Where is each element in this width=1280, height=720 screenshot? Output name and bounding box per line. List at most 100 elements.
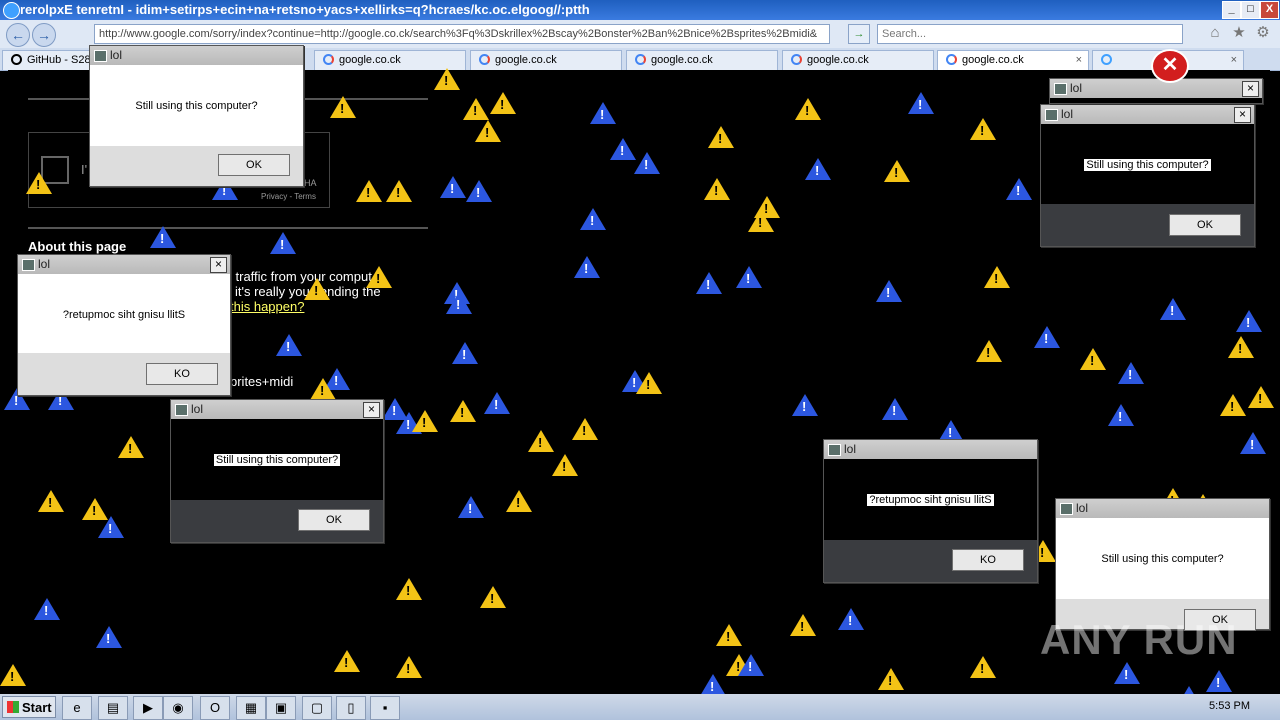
dialog-titlebar[interactable]: lol bbox=[90, 46, 303, 65]
tools-icon[interactable]: ⚙ bbox=[1255, 25, 1271, 41]
maximize-button[interactable]: □ bbox=[1241, 1, 1260, 19]
warning-icon-yellow bbox=[463, 98, 489, 120]
warning-icon-yellow bbox=[795, 98, 821, 120]
warning-icon-yellow bbox=[356, 180, 382, 202]
taskbar-app-icon[interactable]: ▯ bbox=[336, 696, 366, 720]
tab-google-2[interactable]: google.co.ck bbox=[470, 50, 622, 70]
error-icon: ✕ bbox=[1151, 49, 1189, 83]
warning-icon-yellow bbox=[704, 178, 730, 200]
warning-icon-yellow bbox=[884, 160, 910, 182]
forward-button[interactable]: → bbox=[32, 23, 56, 47]
warning-icon-yellow bbox=[572, 418, 598, 440]
taskbar-media-icon[interactable]: ▶ bbox=[133, 696, 163, 720]
dialog-title: lol bbox=[38, 257, 51, 271]
warning-icon-blue bbox=[96, 626, 122, 648]
ok-button[interactable]: OK bbox=[1169, 214, 1241, 236]
dialog-title: lol bbox=[1061, 107, 1074, 121]
warning-icon-blue bbox=[574, 256, 600, 278]
search-input[interactable]: Search... bbox=[877, 24, 1183, 44]
dialog-close-button[interactable]: × bbox=[363, 402, 380, 418]
taskbar-app-icon[interactable]: ▢ bbox=[302, 696, 332, 720]
ko-button[interactable]: KO bbox=[146, 363, 218, 385]
start-button[interactable]: Start bbox=[2, 696, 56, 718]
app-icon bbox=[828, 444, 841, 456]
window-title: rerolpxE tenretnI - idim+setirps+ecin+na… bbox=[20, 2, 590, 17]
warning-icon-yellow bbox=[1220, 394, 1246, 416]
favorites-icon[interactable]: ★ bbox=[1231, 25, 1247, 41]
warning-icon-yellow bbox=[970, 656, 996, 678]
warning-icon-yellow bbox=[330, 96, 356, 118]
divider bbox=[28, 227, 428, 229]
ko-button[interactable]: KO bbox=[952, 549, 1024, 571]
dialog-titlebar[interactable]: lol × bbox=[18, 255, 230, 274]
dialog-titlebar[interactable]: lol bbox=[824, 440, 1037, 459]
warning-icon-yellow bbox=[434, 68, 460, 90]
why-link[interactable]: this happen? bbox=[230, 299, 304, 314]
taskbar-app-icon[interactable]: ▣ bbox=[266, 696, 296, 720]
tab-google-3[interactable]: google.co.ck bbox=[626, 50, 778, 70]
tab-google-4[interactable]: google.co.ck bbox=[782, 50, 934, 70]
taskbar-app-icon[interactable]: ▪ bbox=[370, 696, 400, 720]
privacy-terms[interactable]: Privacy - Terms bbox=[261, 192, 316, 201]
warning-icon-blue bbox=[1034, 326, 1060, 348]
warning-icon-yellow bbox=[118, 436, 144, 458]
tab-github[interactable]: GitHub - S28 bbox=[2, 50, 90, 70]
app-icon bbox=[1060, 503, 1073, 515]
go-button[interactable]: → bbox=[848, 24, 870, 44]
dialog-close-button[interactable]: × bbox=[1234, 107, 1251, 123]
tab-google-1[interactable]: google.co.ck bbox=[314, 50, 466, 70]
home-icon[interactable]: ⌂ bbox=[1207, 25, 1223, 41]
warning-icon-blue bbox=[446, 292, 472, 314]
warning-icon-yellow bbox=[310, 378, 336, 400]
taskbar-chrome-icon[interactable]: ◉ bbox=[163, 696, 193, 720]
warning-icon-blue bbox=[276, 334, 302, 356]
dialog-close-button[interactable]: × bbox=[210, 257, 227, 273]
taskbar-explorer-icon[interactable]: ▤ bbox=[98, 696, 128, 720]
back-button[interactable]: ← bbox=[6, 23, 30, 47]
tab-close-icon[interactable]: × bbox=[1076, 51, 1082, 70]
close-button[interactable]: X bbox=[1260, 1, 1279, 19]
warning-icon-blue bbox=[34, 598, 60, 620]
address-toolbar: ← → http://www.google.com/sorry/index?co… bbox=[0, 20, 1280, 48]
dialog-titlebar[interactable]: lol × bbox=[1050, 79, 1262, 98]
dialog-close-button[interactable]: × bbox=[1242, 81, 1259, 97]
taskbar-app-icon[interactable]: ▦ bbox=[236, 696, 266, 720]
app-icon bbox=[1045, 109, 1058, 121]
warning-icon-yellow bbox=[528, 430, 554, 452]
dialog-titlebar[interactable]: lol × bbox=[171, 400, 383, 419]
warning-icon-blue bbox=[736, 266, 762, 288]
taskbar: Start e ▤ ▶ ◉ O ▦ ▣ ▢ ▯ ▪ 5:53 PM bbox=[0, 694, 1280, 720]
dialog-message: ?retupmoc siht gnisu llitS bbox=[867, 494, 994, 506]
dialog-lol-7: lol × bbox=[1049, 78, 1263, 104]
tab-label: google.co.ck bbox=[339, 54, 401, 66]
window-titlebar[interactable]: rerolpxE tenretnI - idim+setirps+ecin+na… bbox=[0, 0, 1280, 20]
dialog-titlebar[interactable]: lol × bbox=[1041, 105, 1254, 124]
warning-icon-blue bbox=[908, 92, 934, 114]
app-icon bbox=[94, 50, 107, 62]
warning-icon-yellow bbox=[970, 118, 996, 140]
tab-close-icon[interactable]: × bbox=[1231, 51, 1237, 70]
warning-icon-blue bbox=[610, 138, 636, 160]
dialog-lol-1: lol Still using this computer? OK bbox=[89, 45, 304, 187]
tab-google-active[interactable]: google.co.ck × bbox=[937, 50, 1089, 70]
warning-icon-yellow bbox=[396, 578, 422, 600]
minimize-button[interactable]: _ bbox=[1222, 1, 1241, 19]
taskbar-ie-icon[interactable]: e bbox=[62, 696, 92, 720]
ok-button[interactable]: OK bbox=[218, 154, 290, 176]
ok-button[interactable]: OK bbox=[298, 509, 370, 531]
taskbar-opera-icon[interactable]: O bbox=[200, 696, 230, 720]
dialog-titlebar[interactable]: lol bbox=[1056, 499, 1269, 518]
warning-icon-yellow bbox=[396, 656, 422, 678]
warning-icon-yellow bbox=[506, 490, 532, 512]
clock: 5:53 PM bbox=[1209, 700, 1250, 712]
warning-icon-yellow bbox=[552, 454, 578, 476]
warning-icon-yellow bbox=[334, 650, 360, 672]
warning-icon-blue bbox=[1160, 298, 1186, 320]
watermark: ANY RUN bbox=[1040, 616, 1238, 663]
warning-icon-blue bbox=[590, 102, 616, 124]
warning-icon-yellow bbox=[748, 210, 774, 232]
address-bar[interactable]: http://www.google.com/sorry/index?contin… bbox=[94, 24, 830, 44]
dialog-message: Still using this computer? bbox=[1084, 159, 1211, 171]
warning-icon-blue bbox=[1118, 362, 1144, 384]
warning-icon-blue bbox=[1114, 662, 1140, 684]
